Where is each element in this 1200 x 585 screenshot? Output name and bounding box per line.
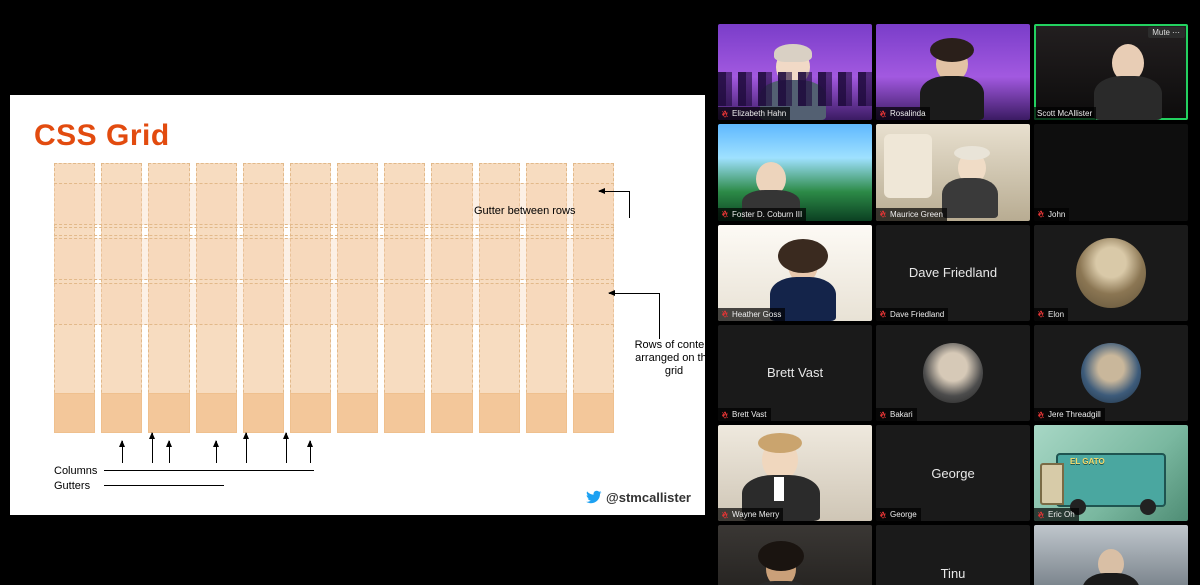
participant-tile[interactable]: Elizabeth Hahn (718, 24, 872, 120)
participant-display-name: Tinu (935, 566, 972, 581)
slide-footer: @stmcallister (586, 489, 691, 505)
participant-tile[interactable]: Maurice Green (876, 124, 1030, 220)
participant-tile[interactable]: Bakari (876, 325, 1030, 421)
mic-muted-icon (1037, 310, 1045, 318)
annotation-gutter-rows: Gutter between rows (474, 205, 576, 217)
participant-tile[interactable]: EL GATO Eric Oh (1034, 425, 1188, 521)
participant-display-name: Brett Vast (761, 365, 829, 380)
mic-muted-icon (721, 310, 729, 318)
mic-muted-icon (721, 210, 729, 218)
avatar (1076, 238, 1146, 308)
annotation-columns: Columns (54, 465, 97, 477)
participant-tile[interactable]: Tinu Tinu (876, 525, 1030, 585)
annotation-rows-content: Rows of content arranged on the grid (629, 339, 719, 379)
slide-title: CSS Grid (34, 119, 681, 153)
mic-muted-icon (879, 411, 887, 419)
annotation-gutters: Gutters (54, 480, 90, 492)
participant-display-name: George (925, 466, 980, 481)
participant-gallery: Elizabeth Hahn Rosalinda Mute⋯ Scott McA… (718, 24, 1188, 585)
mute-button[interactable]: Mute⋯ (1148, 27, 1185, 38)
truck-label: EL GATO (1070, 457, 1105, 466)
twitter-handle: @stmcallister (606, 490, 691, 505)
participant-tile[interactable]: Rosalinda (876, 24, 1030, 120)
participant-tile[interactable]: Wayne Merry (718, 425, 872, 521)
participant-tile[interactable]: Brett Vast Brett Vast (718, 325, 872, 421)
mic-muted-icon (1037, 511, 1045, 519)
participant-tile[interactable]: Foster D. Coburn III (718, 124, 872, 220)
more-icon[interactable]: ⋯ (1172, 28, 1181, 37)
mic-muted-icon (1037, 411, 1045, 419)
participant-tile[interactable]: Jere Threadgill (1034, 325, 1188, 421)
participant-tile[interactable]: Dave Friedland Dave Friedland (876, 225, 1030, 321)
mic-muted-icon (879, 210, 887, 218)
participant-tile[interactable]: Mute⋯ Scott McAllister (1034, 24, 1188, 120)
mic-muted-icon (879, 310, 887, 318)
mic-muted-icon (721, 110, 729, 118)
mic-muted-icon (721, 411, 729, 419)
mic-muted-icon (721, 511, 729, 519)
mic-muted-icon (1037, 210, 1045, 218)
avatar (1081, 343, 1141, 403)
mic-muted-icon (879, 511, 887, 519)
participant-tile[interactable]: Seema Kohli (718, 525, 872, 585)
twitter-icon (586, 489, 602, 505)
participant-tile[interactable]: George George (876, 425, 1030, 521)
shared-screen-slide: CSS Grid Gutter between rows Rows of (10, 95, 705, 515)
participant-tile[interactable]: Chris | Chicago, Illinois (1034, 525, 1188, 585)
participant-tile[interactable]: Heather Goss (718, 225, 872, 321)
participant-tile[interactable]: John (1034, 124, 1188, 220)
participant-tile[interactable]: Elon (1034, 225, 1188, 321)
avatar (923, 343, 983, 403)
mic-muted-icon (879, 110, 887, 118)
css-grid-diagram: Gutter between rows Rows of content arra… (54, 163, 614, 463)
participant-display-name: Dave Friedland (903, 265, 1003, 280)
